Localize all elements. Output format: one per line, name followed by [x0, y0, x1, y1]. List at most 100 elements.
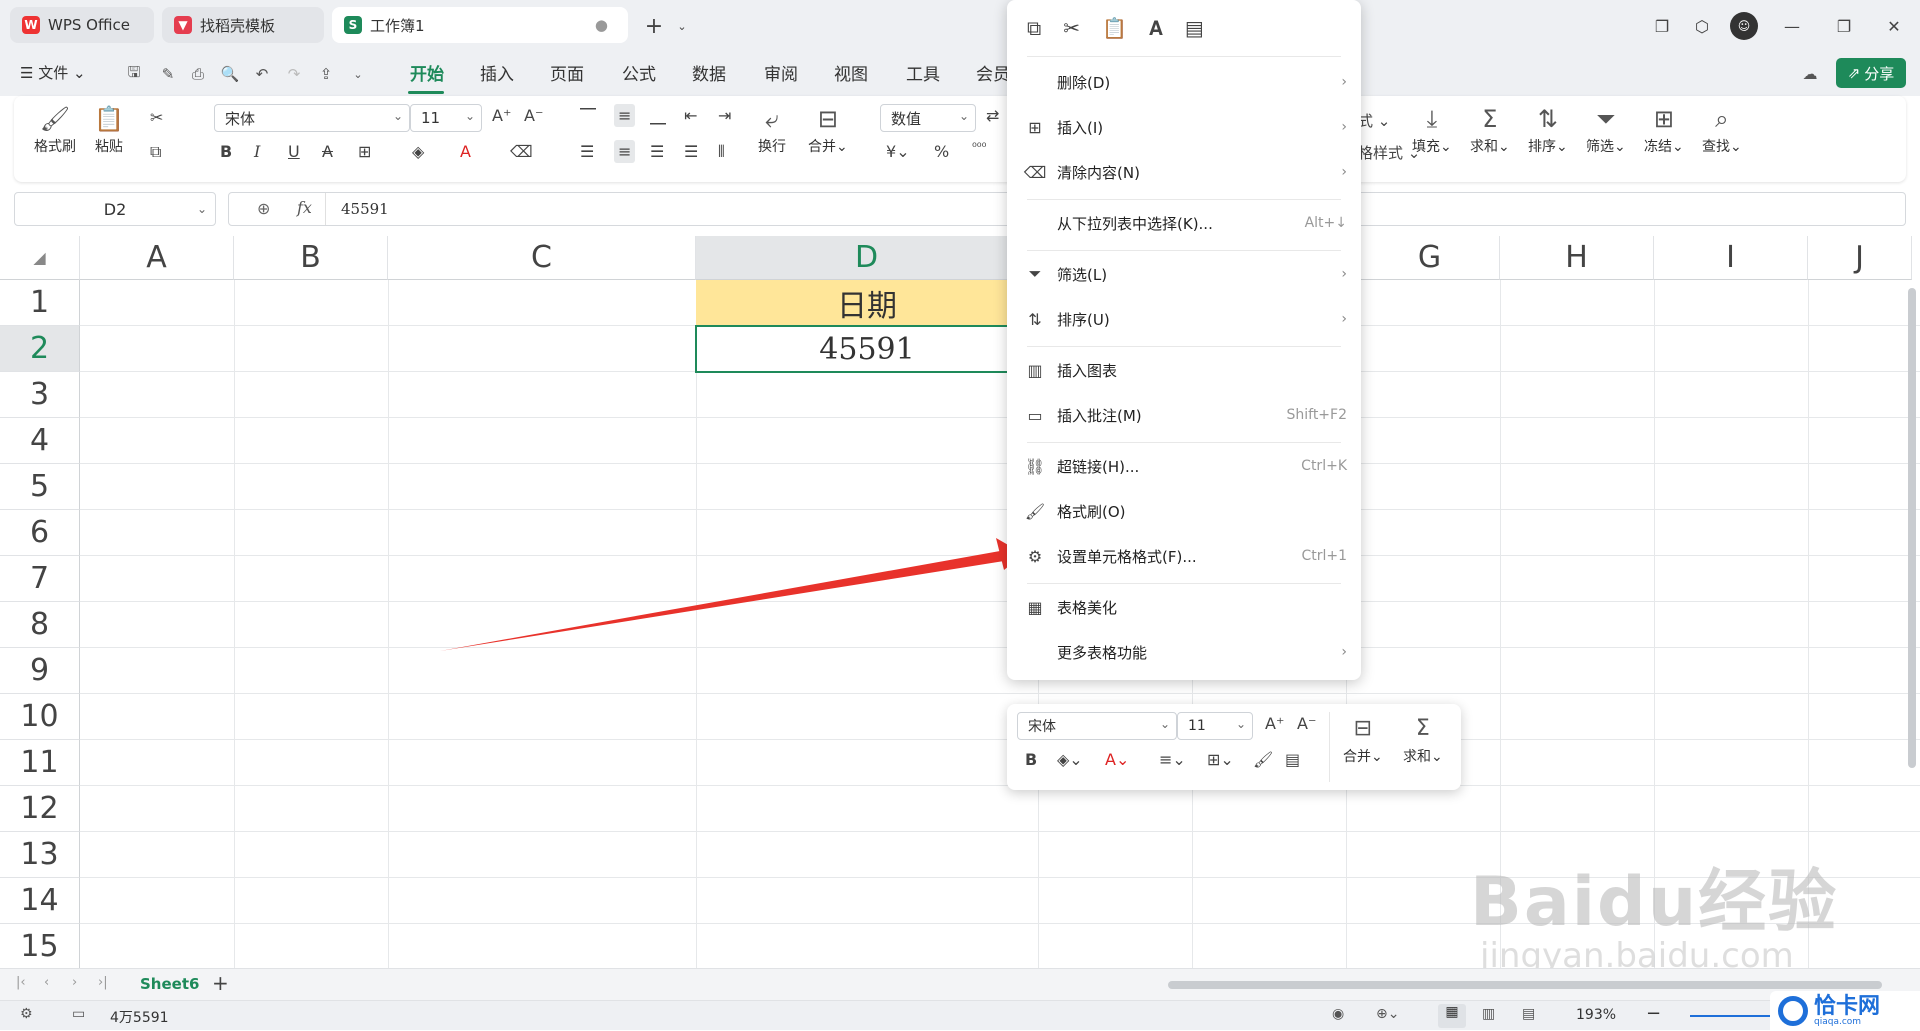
context-menu-item[interactable]: ▥ 插入图表	[1021, 350, 1347, 390]
context-menu-item[interactable]: 从下拉列表中选择(K)... Alt+↓	[1021, 203, 1347, 243]
add-sheet-icon[interactable]: +	[212, 971, 229, 995]
distributed-icon[interactable]: ⫴	[718, 142, 725, 162]
prev-sheet-icon[interactable]: ‹	[44, 975, 49, 990]
paste-special-icon[interactable]: ▤	[1185, 16, 1204, 40]
unsaved-dot-icon[interactable]: ●	[595, 16, 608, 34]
underline-icon[interactable]: U	[288, 142, 300, 161]
context-menu-item[interactable]: ▦ 表格美化	[1021, 587, 1347, 627]
fx-icon[interactable]: fx	[297, 198, 312, 217]
convert-icon[interactable]: ⇄	[986, 106, 999, 125]
border-icon[interactable]: ⊞⌄	[1207, 750, 1234, 769]
paste-text-icon[interactable]: 𝐀	[1149, 16, 1163, 40]
decrease-font-icon[interactable]: A⁻	[524, 106, 543, 125]
clear-format-icon[interactable]: ⌫	[510, 142, 533, 161]
context-menu-item[interactable]: ⏷ 筛选(L) ›	[1021, 254, 1347, 294]
brush-icon[interactable]: ✎	[156, 62, 180, 86]
menu-tab-formula[interactable]: 公式	[622, 60, 656, 85]
cloud-upload-icon[interactable]: ☁	[1798, 62, 1822, 86]
merge-button[interactable]: ⊟ 合并⌄	[808, 102, 848, 156]
font-size-select[interactable]: 11 ⌄	[410, 104, 482, 132]
increase-font-icon[interactable]: A⁺	[492, 106, 511, 125]
number-format-select[interactable]: 数值 ⌄	[880, 104, 976, 132]
share-button[interactable]: ⇗ 分享	[1836, 58, 1906, 88]
context-menu-item[interactable]: ⚙ 设置单元格格式(F)... Ctrl+1	[1021, 536, 1347, 576]
find-button[interactable]: ⌕ 查找⌄	[1702, 102, 1742, 156]
indent-increase-icon[interactable]: ⇥	[718, 106, 731, 125]
bold-icon[interactable]: B	[1025, 750, 1037, 769]
avatar[interactable]: ☺	[1730, 12, 1758, 40]
menu-tab-view[interactable]: 视图	[834, 60, 868, 85]
justify-icon[interactable]: ☰	[684, 142, 698, 161]
quick-access-chevron-icon[interactable]: ⌄	[346, 62, 370, 86]
align-icon[interactable]: ≡⌄	[1159, 750, 1186, 769]
format-painter-icon[interactable]: 🖌	[1253, 750, 1273, 769]
new-tab-icon[interactable]: +	[640, 12, 668, 40]
indent-decrease-icon[interactable]: ⇤	[684, 106, 697, 125]
tab-docer-templates[interactable]: ▼ 找稻壳模板	[162, 7, 324, 43]
sort-button[interactable]: ⇅ 排序⌄	[1528, 102, 1568, 156]
mini-merge-button[interactable]: ⊟ 合并⌄	[1343, 712, 1383, 766]
font-color-icon[interactable]: A⌄	[1105, 750, 1129, 769]
paste-icon[interactable]: 📋	[1102, 16, 1127, 40]
font-color-icon[interactable]: A	[460, 142, 471, 161]
bold-icon[interactable]: B	[220, 142, 232, 161]
align-bottom-icon[interactable]: ⎽	[650, 106, 666, 126]
fill-button[interactable]: ⤓ 填充⌄	[1412, 102, 1452, 156]
restore-icon[interactable]: ❐	[1830, 12, 1858, 40]
close-icon[interactable]: ✕	[1880, 12, 1908, 40]
copy-icon[interactable]: ⧉	[150, 142, 161, 162]
italic-icon[interactable]: I	[254, 142, 260, 161]
currency-button[interactable]: ¥⌄	[886, 142, 910, 161]
normal-view-icon[interactable]: ▦	[1438, 1004, 1466, 1028]
mini-font-select[interactable]: 宋体 ⌄	[1017, 712, 1177, 740]
align-middle-icon[interactable]: ≡	[614, 104, 636, 127]
menu-tab-tools[interactable]: 工具	[906, 60, 940, 85]
format-painter-button[interactable]: 🖌 格式刷	[34, 102, 76, 156]
next-sheet-icon[interactable]: ›	[72, 975, 77, 990]
menu-tab-data[interactable]: 数据	[692, 60, 726, 85]
last-sheet-icon[interactable]: ›|	[98, 975, 108, 990]
percent-button[interactable]: %	[934, 142, 949, 161]
fill-color-icon[interactable]: ◈	[412, 142, 424, 161]
redo-icon[interactable]: ↷	[282, 62, 306, 86]
menu-tab-home[interactable]: 开始	[410, 60, 444, 85]
align-top-icon[interactable]: ⎺	[580, 106, 596, 126]
name-box[interactable]: D2 ⌄	[14, 192, 216, 226]
context-menu-item[interactable]: ⊞ 插入(I) ›	[1021, 107, 1347, 147]
eye-protection-icon[interactable]: ◉	[1332, 1006, 1344, 1022]
cut-icon[interactable]: ✂	[1063, 16, 1080, 40]
context-menu-item[interactable]: ⌫ 清除内容(N) ›	[1021, 152, 1347, 192]
export-icon[interactable]: ⇪	[314, 62, 338, 86]
table-style-partial[interactable]: 格样式 ⌄	[1358, 142, 1420, 163]
menu-tab-review[interactable]: 审阅	[764, 60, 798, 85]
cut-icon[interactable]: ✂	[150, 108, 163, 127]
sum-button[interactable]: Σ 求和⌄	[1470, 102, 1510, 156]
wrap-icon[interactable]: ▤	[1285, 750, 1300, 769]
sheet-tab-sheet6[interactable]: Sheet6	[140, 975, 199, 993]
sheet-info-icon[interactable]: ▭	[72, 1006, 85, 1022]
zoom-level[interactable]: 193%	[1576, 1007, 1616, 1023]
context-menu-item[interactable]: 更多表格功能 ›	[1021, 632, 1347, 672]
tab-wps-office[interactable]: W WPS Office	[10, 7, 154, 43]
mini-sum-button[interactable]: Σ 求和⌄	[1403, 712, 1443, 766]
grid-view-icon[interactable]: ⊕⌄	[1376, 1006, 1399, 1022]
font-family-select[interactable]: 宋体 ⌄	[214, 104, 410, 132]
undo-icon[interactable]: ↶	[250, 62, 274, 86]
mini-size-select[interactable]: 11 ⌄	[1177, 712, 1253, 740]
increase-font-icon[interactable]: A⁺	[1265, 714, 1284, 733]
wrap-text-button[interactable]: ⤶ 换行	[758, 102, 786, 156]
paste-button[interactable]: 📋 粘贴	[94, 102, 124, 156]
print-preview-icon[interactable]: 🔍	[218, 62, 242, 86]
tab-list-chevron-icon[interactable]: ⌄	[668, 12, 696, 40]
align-left-icon[interactable]: ☰	[580, 142, 594, 161]
context-menu-item[interactable]: 🖌 格式刷(O)	[1021, 491, 1347, 531]
tab-workbook1[interactable]: S 工作簿1 ●	[332, 7, 628, 43]
first-sheet-icon[interactable]: |‹	[16, 975, 26, 990]
fill-color-icon[interactable]: ◈⌄	[1057, 750, 1083, 769]
zoom-formula-icon[interactable]: ⊕	[257, 199, 270, 218]
page-layout-icon[interactable]: ▥	[1482, 1006, 1495, 1022]
print-icon[interactable]: ⎙	[186, 62, 210, 86]
window-layout-icon[interactable]: ❐	[1648, 12, 1676, 40]
file-menu[interactable]: ☰ 文件 ⌄	[20, 62, 86, 83]
macro-icon[interactable]: ⚙	[20, 1006, 33, 1022]
